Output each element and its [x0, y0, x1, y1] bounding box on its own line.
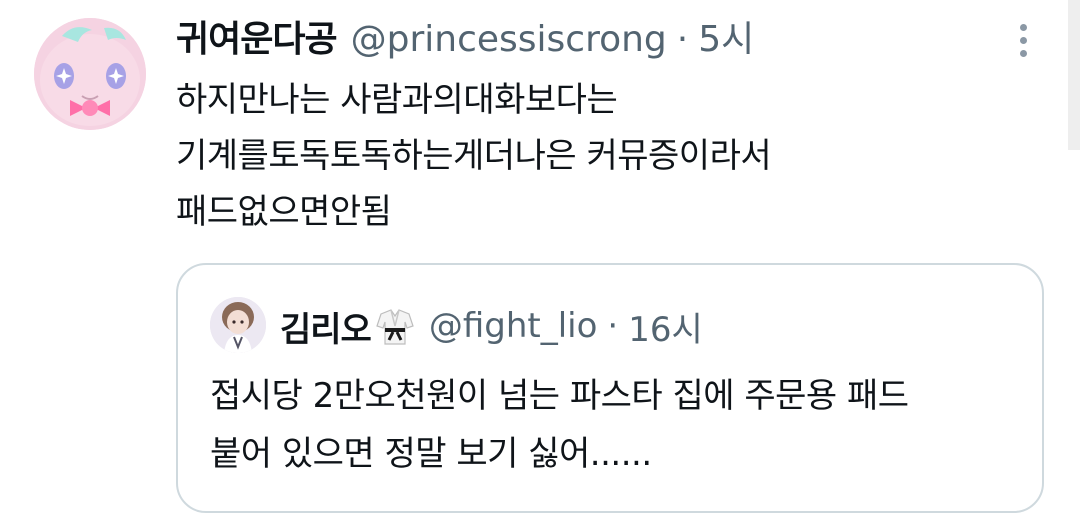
quoted-text-line: 붙어 있으면 정말 보기 싫어...... — [210, 434, 652, 474]
more-dot — [1019, 36, 1027, 44]
tweet[interactable]: 귀여운다공 @princessiscrong · 5시 하지만나는 사람과의대화… — [0, 0, 1080, 518]
tweet-text-line: 하지만나는 사람과의대화보다는 — [176, 80, 618, 120]
header-separator: · — [676, 19, 689, 60]
quoted-tweet-timestamp: 16시 — [628, 309, 703, 350]
quoted-tweet-text: 접시당 2만오천원이 넘는 파스타 집에 주문용 패드 붙어 있으면 정말 보기… — [210, 367, 909, 483]
author-display-name[interactable]: 귀여운다공 — [176, 14, 338, 66]
tweet-timestamp[interactable]: 5시 — [698, 14, 754, 66]
tweet-header: 귀여운다공 @princessiscrong · 5시 — [176, 14, 754, 66]
more-dot — [1019, 23, 1027, 31]
more-vertical-icon[interactable] — [1008, 18, 1038, 62]
quoted-text-line: 접시당 2만오천원이 넘는 파스타 집에 주문용 패드 — [210, 376, 909, 416]
tweet-text-line: 기계를토독토독하는게더나은 커뮤증이라서 — [176, 136, 772, 176]
scrollbar-edge — [1068, 0, 1080, 150]
martial-arts-uniform-icon — [373, 304, 417, 348]
quoted-header-separator: · — [607, 306, 619, 346]
quoted-author-avatar[interactable] — [210, 297, 266, 353]
author-handle[interactable]: @princessiscrong — [351, 14, 667, 66]
more-dot — [1019, 49, 1027, 57]
quoted-tweet-header: 김리오 @fight_lio · 16시 — [280, 301, 703, 351]
author-avatar[interactable] — [34, 18, 146, 130]
quoted-author-handle: @fight_lio — [428, 306, 598, 346]
quoted-author-display-name: 김리오 — [280, 309, 372, 350]
tweet-text: 하지만나는 사람과의대화보다는 기계를토독토독하는게더나은 커뮤증이라서 패드없… — [176, 72, 772, 240]
tweet-text-line: 패드없으면안됨 — [176, 192, 392, 232]
quoted-tweet-card[interactable]: 김리오 @fight_lio · 16시 접시당 2만오천원이 넘는 파스타 집… — [176, 263, 1044, 513]
